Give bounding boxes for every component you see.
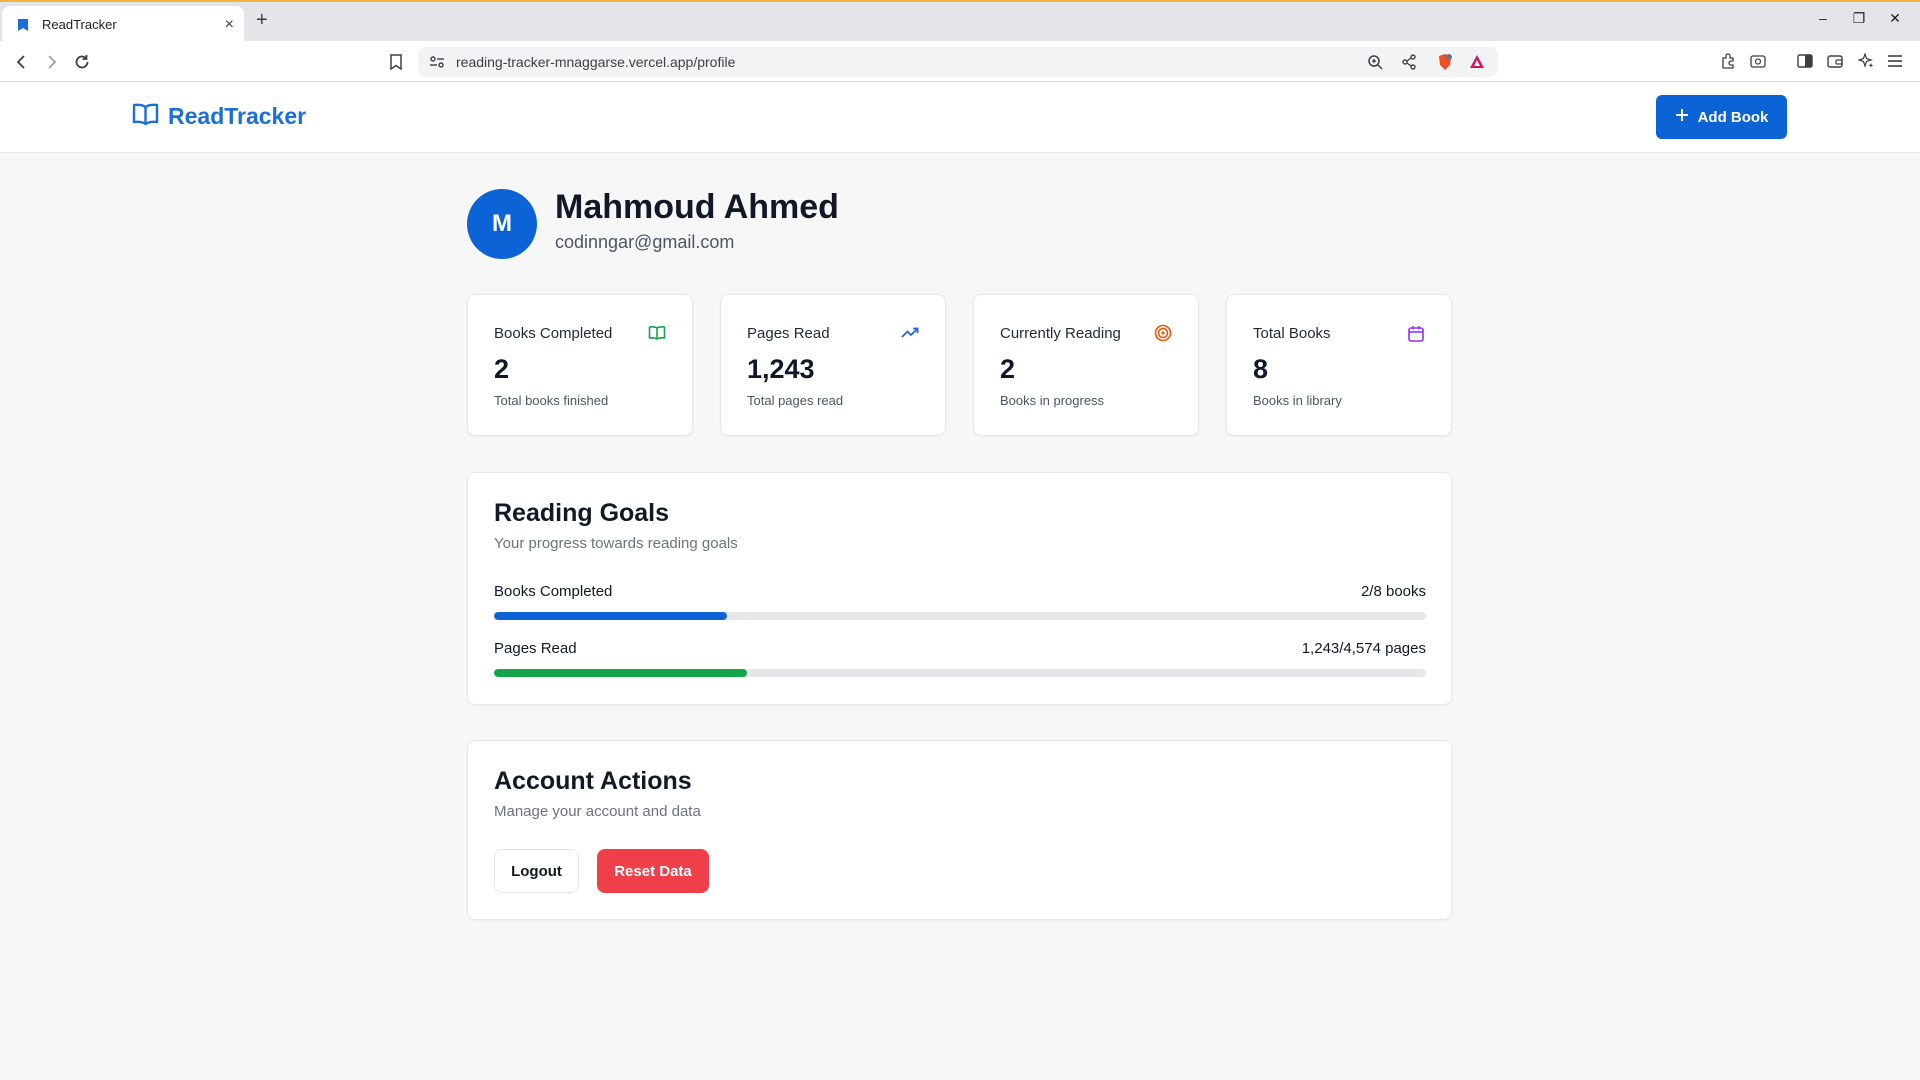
brave-shields-icon[interactable] xyxy=(1436,53,1454,71)
reset-data-button[interactable]: Reset Data xyxy=(597,849,709,893)
stat-value: 2 xyxy=(1000,354,1016,384)
trending-up-icon xyxy=(901,324,919,342)
stat-label: Books Completed xyxy=(494,325,613,342)
minimize-icon[interactable]: – xyxy=(1816,10,1830,27)
reload-icon[interactable] xyxy=(70,50,94,74)
address-bar[interactable]: reading-tracker-mnaggarse.vercel.app/pro… xyxy=(418,47,1498,77)
progress-bar-books xyxy=(494,612,1426,620)
app-header: ReadTracker Add Book xyxy=(0,82,1920,153)
bookmark-icon[interactable] xyxy=(384,50,408,74)
browser-toolbar: reading-tracker-mnaggarse.vercel.app/pro… xyxy=(0,41,1920,82)
progress-fill-books xyxy=(494,612,727,620)
goal-value: 1,243/4,574 pages xyxy=(1301,640,1426,657)
share-icon[interactable] xyxy=(1400,53,1418,71)
user-email: codinngar@gmail.com xyxy=(555,232,735,252)
add-book-button[interactable]: Add Book xyxy=(1656,95,1787,139)
stat-label: Pages Read xyxy=(747,325,830,342)
ai-sparkle-icon[interactable] xyxy=(1856,51,1876,71)
stat-value: 1,243 xyxy=(747,354,815,384)
goal-value: 2/8 books xyxy=(1360,583,1426,600)
brave-rewards-icon[interactable] xyxy=(1468,53,1486,71)
restore-icon[interactable]: ❐ xyxy=(1852,10,1866,27)
avatar: M xyxy=(467,189,537,259)
wallet-icon[interactable] xyxy=(1825,51,1845,71)
extensions-icon[interactable] xyxy=(1718,51,1738,71)
window-close-icon[interactable]: ✕ xyxy=(1888,10,1902,27)
panel-title: Account Actions xyxy=(494,767,692,795)
bookmark-favicon-icon xyxy=(16,18,30,32)
forward-icon[interactable] xyxy=(39,50,63,74)
stat-subtext: Total books finished xyxy=(494,393,609,408)
stat-value: 8 xyxy=(1253,354,1269,384)
brand-logo-link[interactable]: ReadTracker xyxy=(132,102,306,131)
browser-tab[interactable]: ReadTracker × xyxy=(2,6,244,43)
site-settings-icon[interactable] xyxy=(428,53,446,71)
stat-card-total-books: Total Books 8 Books in library xyxy=(1226,294,1452,436)
tab-close-icon[interactable]: × xyxy=(225,16,234,33)
stat-value: 2 xyxy=(494,354,510,384)
stat-card-books-completed: Books Completed 2 Total books finished xyxy=(467,294,693,436)
zoom-icon[interactable] xyxy=(1366,53,1384,71)
goal-label: Books Completed xyxy=(494,583,613,600)
progress-fill-pages xyxy=(494,669,748,677)
stat-card-pages-read: Pages Read 1,243 Total pages read xyxy=(720,294,946,436)
leo-icon[interactable] xyxy=(1748,51,1768,71)
panel-subtitle: Your progress towards reading goals xyxy=(494,535,738,552)
progress-bar-pages xyxy=(494,669,1426,677)
stat-label: Currently Reading xyxy=(1000,325,1121,342)
sidebar-toggle-icon[interactable] xyxy=(1795,51,1815,71)
back-icon[interactable] xyxy=(10,50,34,74)
new-tab-icon[interactable]: + xyxy=(256,10,268,30)
target-icon xyxy=(1154,324,1172,342)
brand-name: ReadTracker xyxy=(168,103,307,129)
account-actions-panel: Account Actions Manage your account and … xyxy=(467,740,1452,920)
panel-subtitle: Manage your account and data xyxy=(494,803,701,820)
stat-subtext: Total pages read xyxy=(747,393,844,408)
panel-title: Reading Goals xyxy=(494,499,670,527)
stat-subtext: Books in progress xyxy=(1000,393,1105,408)
user-name: Mahmoud Ahmed xyxy=(555,188,839,226)
url-text: reading-tracker-mnaggarse.vercel.app/pro… xyxy=(456,54,736,70)
goal-row-pages: Pages Read 1,243/4,574 pages xyxy=(494,640,1426,657)
stat-subtext: Books in library xyxy=(1253,393,1342,408)
stat-card-currently-reading: Currently Reading 2 Books in progress xyxy=(973,294,1199,436)
goal-label: Pages Read xyxy=(494,640,577,657)
plus-icon xyxy=(1675,108,1689,126)
logout-button[interactable]: Logout xyxy=(494,849,579,893)
window-controls: – ❐ ✕ xyxy=(1816,10,1902,27)
book-open-icon xyxy=(648,324,666,342)
stat-label: Total Books xyxy=(1253,325,1331,342)
menu-icon[interactable] xyxy=(1885,51,1905,71)
add-book-label: Add Book xyxy=(1697,108,1769,126)
tab-title: ReadTracker xyxy=(42,17,117,32)
reading-goals-panel: Reading Goals Your progress towards read… xyxy=(467,472,1452,705)
calendar-icon xyxy=(1407,324,1425,342)
browser-tabstrip: ReadTracker × + – ❐ ✕ xyxy=(0,0,1920,43)
book-open-logo-icon xyxy=(132,102,159,131)
goal-row-books: Books Completed 2/8 books xyxy=(494,583,1426,600)
